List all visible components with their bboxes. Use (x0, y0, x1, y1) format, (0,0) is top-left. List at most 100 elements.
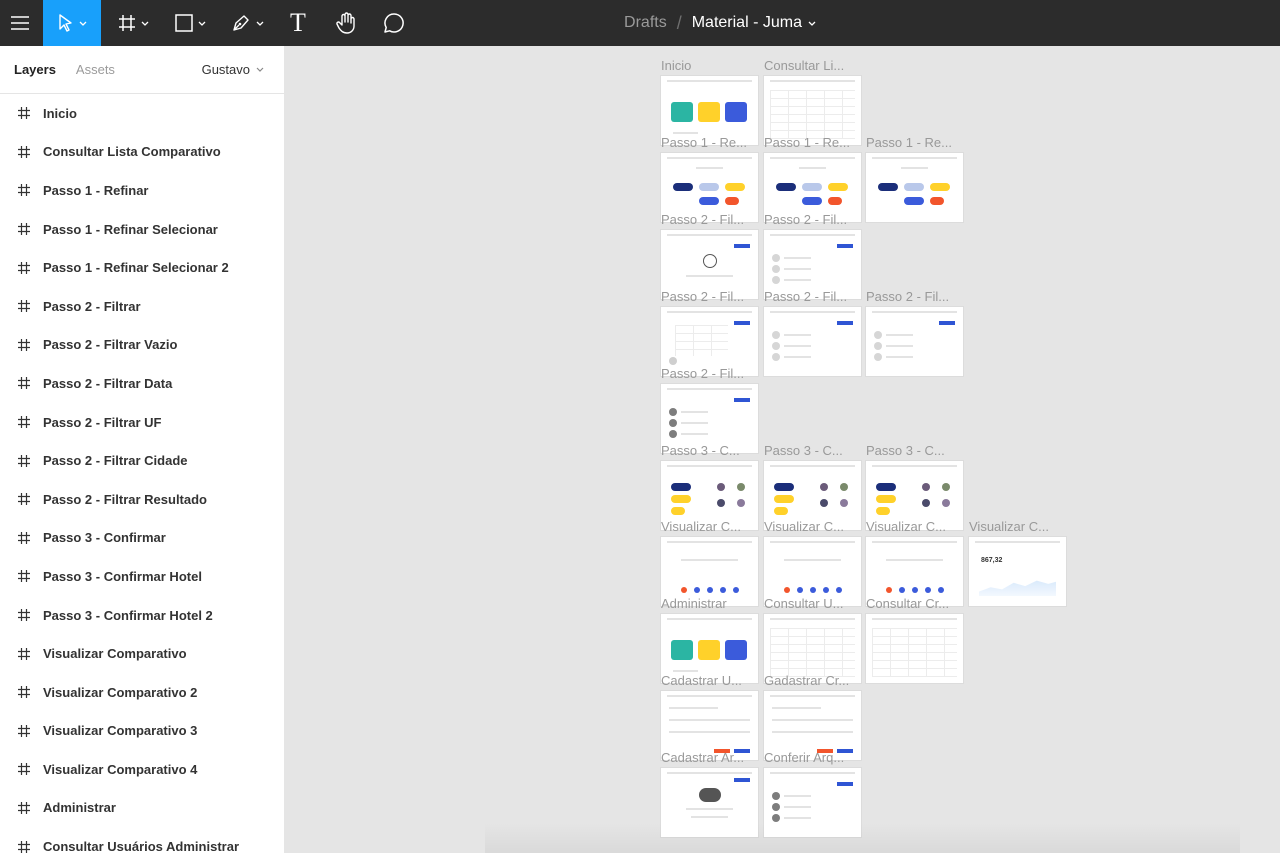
frame-label[interactable]: Passo 1 - Re... (764, 135, 861, 150)
frame-detail (737, 483, 745, 491)
layer-item[interactable]: Passo 3 - Confirmar (0, 519, 284, 558)
frame-detail (734, 778, 750, 782)
layer-name: Visualizar Comparativo 3 (43, 723, 198, 739)
frame-label[interactable]: Passo 1 - Re... (661, 135, 758, 150)
frame-detail (669, 408, 677, 416)
frame-label[interactable]: Passo 3 - C... (866, 443, 963, 458)
frame-detail (681, 422, 708, 424)
frame-tool-button[interactable] (108, 0, 158, 46)
layer-item[interactable]: Passo 2 - Filtrar Vazio (0, 326, 284, 365)
frame-detail (784, 587, 790, 593)
tab-layers[interactable]: Layers (14, 62, 56, 77)
pen-tool-button[interactable] (222, 0, 272, 46)
frame-label[interactable]: Administrar (661, 596, 758, 611)
layer-item[interactable]: Passo 1 - Refinar Selecionar (0, 210, 284, 249)
layer-item[interactable]: Passo 1 - Refinar (0, 171, 284, 210)
frame-detail (784, 345, 811, 347)
layer-item[interactable]: Visualizar Comparativo (0, 634, 284, 673)
frame-label[interactable]: Passo 2 - Fil... (661, 366, 758, 381)
frame-label[interactable]: Consultar Cr... (866, 596, 963, 611)
frame-label[interactable]: Passo 2 - Fil... (661, 212, 758, 227)
page-selector[interactable]: Gustavo (202, 62, 264, 77)
frame-detail (823, 587, 829, 593)
frame-label[interactable]: Visualizar C... (661, 519, 758, 534)
frame-detail (886, 587, 892, 593)
frame-icon (18, 261, 43, 274)
frame-label[interactable]: Inicio (661, 58, 758, 73)
frame-detail (667, 157, 752, 159)
frame-label[interactable]: Conferir Arq... (764, 750, 861, 765)
tab-assets[interactable]: Assets (76, 62, 115, 77)
frame-detail (874, 342, 882, 350)
frame-label[interactable]: Passo 2 - Fil... (661, 289, 758, 304)
layer-item[interactable]: Visualizar Comparativo 3 (0, 712, 284, 751)
frame-thumbnail[interactable] (764, 768, 861, 837)
frame-icon (18, 531, 43, 544)
layer-item[interactable]: Passo 2 - Filtrar UF (0, 403, 284, 442)
text-tool-icon[interactable]: T (278, 0, 318, 46)
frame-detail (784, 279, 811, 281)
frame-detail (669, 707, 718, 709)
layer-item[interactable]: Passo 2 - Filtrar Cidade (0, 441, 284, 480)
frame-detail (784, 257, 811, 259)
layer-item[interactable]: Passo 2 - Filtrar Resultado (0, 480, 284, 519)
frame-label[interactable]: Passo 2 - Fil... (764, 289, 861, 304)
frame-thumbnail[interactable]: 867,32 (969, 537, 1066, 606)
layer-item[interactable]: Consultar Usuários Administrar (0, 827, 284, 853)
frame-thumbnail[interactable] (764, 307, 861, 376)
layer-item[interactable]: Administrar (0, 789, 284, 828)
shape-tool-button[interactable] (165, 0, 215, 46)
layer-name: Passo 3 - Confirmar Hotel (43, 568, 202, 584)
frame-thumbnail[interactable] (866, 153, 963, 222)
layer-item[interactable]: Visualizar Comparativo 2 (0, 673, 284, 712)
page-name: Gustavo (201, 62, 250, 77)
hand-tool-icon[interactable] (326, 0, 366, 46)
frame-icon (18, 609, 43, 622)
drafts-link[interactable]: Drafts (624, 14, 667, 32)
frame-detail (784, 806, 811, 808)
design-canvas[interactable]: Inicio Consultar Li... Passo 1 - Re... Pass… (285, 46, 1280, 853)
frame-label[interactable]: Passo 3 - C... (661, 443, 758, 458)
frame-label[interactable]: Consultar U... (764, 596, 861, 611)
file-name-button[interactable]: Material - Juma (692, 14, 816, 32)
layer-item[interactable]: Visualizar Comparativo 4 (0, 750, 284, 789)
frame-thumbnail[interactable] (866, 614, 963, 683)
layer-item[interactable]: Consultar Lista Comparativo (0, 133, 284, 172)
frame-label[interactable]: Cadastrar U... (661, 673, 758, 688)
frame-detail (899, 587, 905, 593)
frame-detail (904, 183, 924, 191)
layer-name: Visualizar Comparativo 2 (43, 684, 198, 700)
layer-item[interactable]: Passo 3 - Confirmar Hotel (0, 557, 284, 596)
layer-item[interactable]: Passo 1 - Refinar Selecionar 2 (0, 248, 284, 287)
move-tool-button[interactable] (43, 0, 101, 46)
frame-detail (878, 183, 898, 191)
frame-label[interactable]: Passo 1 - Re... (866, 135, 963, 150)
frame-label[interactable]: Visualizar C... (866, 519, 963, 534)
layer-item[interactable]: Inicio (0, 94, 284, 133)
comment-tool-icon[interactable] (374, 0, 414, 46)
frame-detail (770, 90, 855, 139)
frame-detail (725, 183, 745, 191)
frame-label[interactable]: Passo 3 - C... (764, 443, 861, 458)
frame-label[interactable]: Passo 2 - Fil... (764, 212, 861, 227)
frame-detail (904, 197, 924, 205)
frame-detail (698, 640, 720, 660)
frame-label[interactable]: Visualizar C... (764, 519, 861, 534)
frame-label[interactable]: Cadastrar Ar... (661, 750, 758, 765)
frame-detail (669, 719, 750, 721)
layer-item[interactable]: Passo 3 - Confirmar Hotel 2 (0, 596, 284, 635)
frame-detail (770, 772, 855, 774)
layer-item[interactable]: Passo 2 - Filtrar (0, 287, 284, 326)
frame-label[interactable]: Gadastrar Cr... (764, 673, 861, 688)
frame-detail (874, 331, 882, 339)
menu-icon[interactable] (0, 0, 40, 46)
layer-item[interactable]: Passo 2 - Filtrar Data (0, 364, 284, 403)
frame-thumbnail[interactable] (661, 768, 758, 837)
frame-icon (18, 454, 43, 467)
layer-name: Consultar Usuários Administrar (43, 839, 240, 853)
frame-label[interactable]: Passo 2 - Fil... (866, 289, 963, 304)
frame-label[interactable]: Visualizar C... (969, 519, 1079, 534)
frame-label[interactable]: Consultar Li... (764, 58, 861, 73)
rectangle-tool-icon (174, 14, 193, 32)
frame-thumbnail[interactable] (866, 307, 963, 376)
